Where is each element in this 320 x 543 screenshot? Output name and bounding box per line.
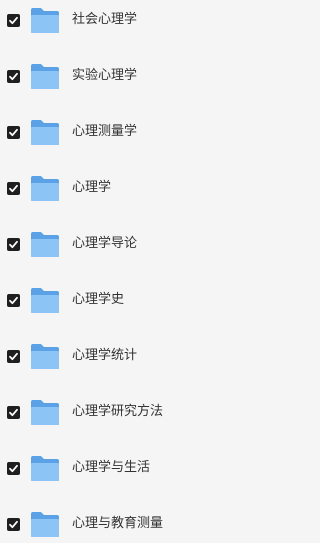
folder-name: 社会心理学 (72, 12, 138, 27)
folder-row[interactable]: 心理学导论 (0, 224, 317, 280)
folder-icon (30, 511, 60, 538)
checkbox[interactable] (7, 14, 20, 27)
folder-name: 心理学研究方法 (72, 404, 164, 419)
folder-row[interactable]: 社会心理学 (0, 0, 317, 56)
folder-row[interactable]: 心理学与生活 (0, 448, 317, 504)
folder-icon (30, 7, 60, 34)
checkbox[interactable] (7, 238, 20, 251)
folder-icon (30, 343, 60, 370)
checkbox[interactable] (7, 294, 20, 307)
folder-icon (30, 231, 60, 258)
folder-icon (30, 399, 60, 426)
checkbox[interactable] (7, 406, 20, 419)
checkbox[interactable] (7, 350, 20, 363)
folder-name: 心理学史 (72, 292, 125, 307)
checkbox[interactable] (7, 518, 20, 531)
folder-row[interactable]: 心理学统计 (0, 336, 317, 392)
folder-name: 心理学导论 (72, 236, 138, 251)
folder-list: 社会心理学 实验心理学 心理测量学 心理学 心理学导论 心理学史 心理学统计 心… (0, 0, 317, 543)
folder-icon (30, 455, 60, 482)
folder-icon (30, 175, 60, 202)
checkbox[interactable] (7, 462, 20, 475)
folder-row[interactable]: 心理与教育测量 (0, 504, 317, 543)
folder-icon (30, 287, 60, 314)
folder-name: 心理学统计 (72, 348, 138, 363)
folder-name: 心理与教育测量 (72, 516, 164, 531)
folder-icon (30, 63, 60, 90)
folder-name: 实验心理学 (72, 68, 138, 83)
checkbox[interactable] (7, 126, 20, 139)
checkbox[interactable] (7, 70, 20, 83)
folder-name: 心理测量学 (72, 124, 138, 139)
folder-row[interactable]: 心理学史 (0, 280, 317, 336)
folder-row[interactable]: 心理学研究方法 (0, 392, 317, 448)
folder-name: 心理学与生活 (72, 460, 151, 475)
folder-name: 心理学 (72, 180, 112, 195)
folder-row[interactable]: 实验心理学 (0, 56, 317, 112)
folder-icon (30, 119, 60, 146)
folder-row[interactable]: 心理学 (0, 168, 317, 224)
folder-row[interactable]: 心理测量学 (0, 112, 317, 168)
checkbox[interactable] (7, 182, 20, 195)
